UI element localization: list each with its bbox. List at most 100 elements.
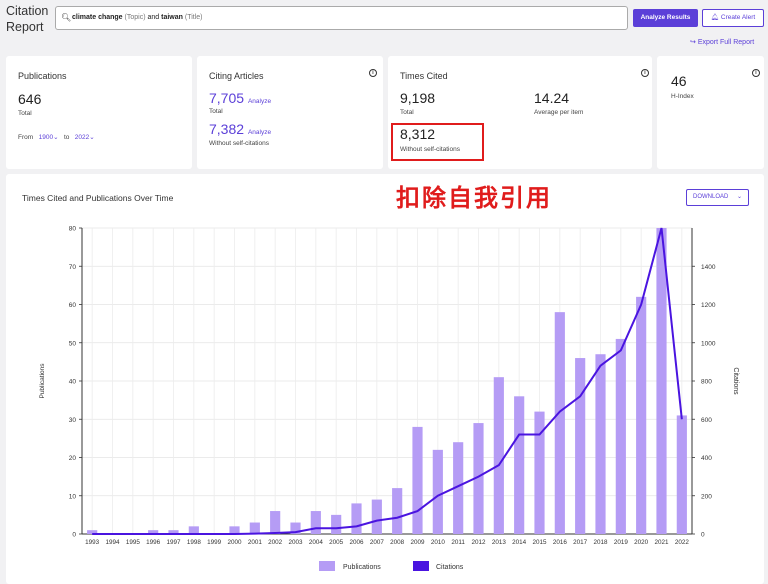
chart-card: Times Cited and Publications Over Time 扣… bbox=[6, 174, 764, 584]
citing-articles-title: Citing Articles bbox=[209, 71, 264, 81]
x-tick-label: 2001 bbox=[248, 539, 263, 546]
analyze-citing-noself-link[interactable]: Analyze bbox=[248, 129, 271, 136]
query-operator: and bbox=[147, 14, 160, 21]
query-term-1: climate change bbox=[72, 14, 123, 21]
bar-publications bbox=[514, 396, 525, 534]
year-range: From 1900⌄ to 2022⌄ bbox=[18, 133, 95, 141]
x-tick-label: 2006 bbox=[349, 539, 364, 546]
legend-swatch-publications bbox=[319, 561, 335, 571]
h-index-value: 46 bbox=[671, 73, 687, 89]
y-tick-label: 0 bbox=[72, 532, 76, 539]
query-field-2: (Title) bbox=[184, 14, 203, 21]
from-label: From bbox=[18, 134, 34, 141]
title-line-1: Citation bbox=[6, 4, 49, 18]
bar-publications bbox=[331, 514, 342, 534]
bar-publications bbox=[412, 426, 423, 534]
chevron-down-icon: ⌄ bbox=[89, 134, 95, 141]
y-tick-label: 70 bbox=[69, 264, 77, 271]
y-tick-label: 30 bbox=[69, 417, 77, 424]
x-tick-label: 2017 bbox=[573, 539, 588, 546]
citing-articles-card: Citing Articles i 7,705 Analyze Total 7,… bbox=[197, 56, 383, 169]
h-index-card: i 46 H-Index bbox=[657, 56, 764, 169]
info-icon[interactable]: i bbox=[752, 69, 760, 77]
y2-tick-label: 1400 bbox=[701, 264, 716, 271]
x-tick-label: 2021 bbox=[654, 539, 669, 546]
y2-axis-label: Citations bbox=[732, 367, 739, 395]
search-query-field[interactable]: 🔍︎ climate change (Topic) and taiwan (Ti… bbox=[55, 6, 628, 30]
bar-publications bbox=[575, 358, 586, 534]
bar-publications bbox=[493, 377, 504, 534]
y2-tick-label: 0 bbox=[701, 532, 705, 539]
average-per-item-value: 14.24 bbox=[534, 90, 570, 106]
y-tick-label: 80 bbox=[69, 226, 77, 233]
y2-tick-label: 600 bbox=[701, 417, 712, 424]
to-year-select[interactable]: 2022 bbox=[75, 134, 89, 141]
info-icon[interactable]: i bbox=[369, 69, 377, 77]
x-tick-label: 1993 bbox=[85, 539, 100, 546]
x-tick-label: 2018 bbox=[593, 539, 608, 546]
publications-total-label: Total bbox=[18, 110, 32, 117]
analyze-citing-link[interactable]: Analyze bbox=[248, 98, 271, 105]
bar-publications bbox=[636, 296, 647, 534]
y-tick-label: 50 bbox=[69, 340, 77, 347]
citing-noself-label: Without self-citations bbox=[209, 140, 269, 147]
bar-publications bbox=[188, 526, 199, 534]
x-tick-label: 1998 bbox=[187, 539, 202, 546]
y2-tick-label: 1200 bbox=[701, 302, 716, 309]
x-tick-label: 2019 bbox=[614, 539, 629, 546]
bar-publications bbox=[432, 449, 443, 534]
x-tick-label: 2014 bbox=[512, 539, 527, 546]
x-tick-label: 2013 bbox=[492, 539, 507, 546]
search-icon: 🔍︎ bbox=[61, 13, 72, 22]
x-tick-label: 2002 bbox=[268, 539, 283, 546]
x-tick-label: 1994 bbox=[105, 539, 120, 546]
x-tick-label: 2004 bbox=[309, 539, 324, 546]
x-tick-label: 2008 bbox=[390, 539, 405, 546]
create-alert-button[interactable]: 🔔︎ Create Alert bbox=[702, 9, 764, 27]
legend-swatch-citations bbox=[413, 561, 429, 571]
bar-publications bbox=[595, 354, 606, 534]
bar-publications bbox=[392, 488, 403, 534]
bar-publications bbox=[554, 312, 565, 534]
legend-label-publications: Publications bbox=[343, 564, 381, 571]
chart-svg: 0102030405060708002004006008001000120014… bbox=[39, 226, 739, 571]
legend-label-citations: Citations bbox=[436, 564, 464, 571]
publications-title: Publications bbox=[18, 71, 67, 81]
times-cited-total-label: Total bbox=[400, 109, 414, 116]
bar-publications bbox=[615, 338, 626, 534]
y-tick-label: 40 bbox=[69, 379, 77, 386]
to-label: to bbox=[63, 134, 70, 141]
x-tick-label: 2012 bbox=[471, 539, 486, 546]
y-axis-label: Publications bbox=[39, 363, 46, 399]
info-icon[interactable]: i bbox=[641, 69, 649, 77]
times-cited-title: Times Cited bbox=[400, 71, 448, 81]
x-tick-label: 1996 bbox=[146, 539, 161, 546]
from-year-select[interactable]: 1900 bbox=[39, 134, 53, 141]
x-tick-label: 2011 bbox=[451, 539, 465, 546]
average-per-item-label: Average per item bbox=[534, 109, 584, 116]
export-full-report-link[interactable]: ↪ Export Full Report bbox=[690, 38, 754, 46]
analyze-results-button[interactable]: Analyze Results bbox=[633, 9, 698, 27]
title-line-2: Report bbox=[6, 20, 44, 34]
citing-noself-row: 7,382 Analyze bbox=[209, 121, 271, 137]
citing-noself-value: 7,382 bbox=[209, 121, 245, 137]
bar-publications bbox=[656, 228, 667, 534]
bar-publications bbox=[676, 415, 687, 534]
y2-tick-label: 400 bbox=[701, 455, 712, 462]
y2-tick-label: 1000 bbox=[701, 340, 716, 347]
query-field-1: (Topic) bbox=[124, 14, 146, 21]
highlight-box bbox=[391, 123, 484, 161]
x-tick-label: 2010 bbox=[431, 539, 446, 546]
y2-tick-label: 200 bbox=[701, 493, 712, 500]
y-tick-label: 20 bbox=[69, 455, 77, 462]
x-tick-label: 2003 bbox=[288, 539, 303, 546]
y2-tick-label: 800 bbox=[701, 379, 712, 386]
x-tick-label: 2000 bbox=[227, 539, 242, 546]
query-term-2: taiwan bbox=[161, 14, 183, 21]
times-cited-total-value: 9,198 bbox=[400, 90, 436, 106]
bar-publications bbox=[249, 522, 260, 534]
export-icon: ↪ bbox=[690, 39, 696, 46]
x-tick-label: 2007 bbox=[370, 539, 385, 546]
x-tick-label: 2016 bbox=[553, 539, 568, 546]
publications-value: 646 bbox=[18, 91, 42, 107]
